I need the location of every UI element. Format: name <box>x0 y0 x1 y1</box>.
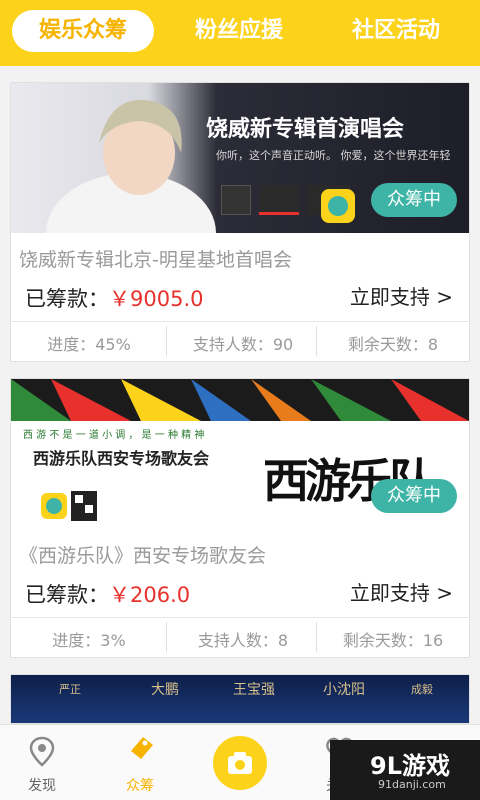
nav-discover[interactable]: 发现 <box>2 725 82 800</box>
divider <box>316 326 317 356</box>
tag-icon <box>131 737 153 759</box>
camera-button[interactable] <box>213 736 267 790</box>
artist-name: 成毅 <box>411 683 433 696</box>
tab-community-events[interactable]: 社区活动 <box>330 10 462 52</box>
camera-icon <box>228 752 252 774</box>
card-title[interactable]: 饶威新专辑北京-明星基地首唱会 <box>19 245 292 272</box>
supporters-stat: 支持人数：90 <box>192 335 294 354</box>
artist-name: 大鹏 <box>151 682 179 698</box>
divider <box>11 617 469 618</box>
days-left-stat: 剩余天数：16 <box>342 631 444 650</box>
crowdfunding-card[interactable]: 西 游 不 是 一 道 小 调 ， 是 一 种 精 神 西游乐队西安专场歌友会 … <box>10 378 470 658</box>
card-banner-image[interactable]: 西 游 不 是 一 道 小 调 ， 是 一 种 精 神 西游乐队西安专场歌友会 … <box>11 379 469 531</box>
nav-label: 发现 <box>28 778 56 794</box>
artist-name: 严正 <box>59 683 81 696</box>
watermark-site: 91danji.com <box>378 778 446 791</box>
status-badge: 众筹中 <box>371 183 457 217</box>
top-tab-bar: 娱乐众筹 粉丝应援 社区活动 <box>0 0 480 66</box>
support-now-button[interactable]: 立即支持 > <box>350 281 453 310</box>
banner-headline: 西游乐队西安专场歌友会 <box>33 449 210 468</box>
location-pin-icon <box>29 736 55 767</box>
divider <box>166 326 167 356</box>
tab-fan-support[interactable]: 粉丝应援 <box>170 10 308 52</box>
nav-label: 众筹 <box>126 778 154 794</box>
nav-crowdfunding[interactable]: 众筹 <box>100 725 180 800</box>
days-left-stat: 剩余天数：8 <box>347 335 439 354</box>
divider <box>166 622 167 652</box>
divider <box>316 622 317 652</box>
watermark-brand: 9L游戏 <box>370 752 450 780</box>
artist-name: 王宝强 <box>233 682 275 698</box>
divider <box>11 321 469 322</box>
support-now-button[interactable]: 立即支持 > <box>350 577 453 606</box>
raised-label: 已筹款： <box>25 287 109 311</box>
raised-amount: 已筹款：￥206.0 <box>25 579 190 609</box>
banner-headline: 饶威新专辑首演唱会 <box>206 117 405 142</box>
crowdfunding-card[interactable]: 饶威新专辑首演唱会 你听，这个声音正动听。 你爱，这个世界还年轻 众筹中 饶威新… <box>10 82 470 362</box>
supporters-stat: 支持人数：8 <box>197 631 289 650</box>
raised-value: ￥9005.0 <box>109 287 204 311</box>
artist-name: 小沈阳 <box>323 682 365 698</box>
card-banner-image[interactable]: 严正 大鹏 王宝强 小沈阳 成毅 <box>11 675 469 723</box>
crowdfunding-card[interactable]: 严正 大鹏 王宝强 小沈阳 成毅 <box>10 674 470 724</box>
progress-stat: 进度：3% <box>52 631 126 650</box>
progress-stat: 进度：45% <box>47 335 131 354</box>
card-banner-image[interactable]: 饶威新专辑首演唱会 你听，这个声音正动听。 你爱，这个世界还年轻 众筹中 <box>11 83 469 233</box>
site-watermark: 9L游戏 91danji.com <box>330 740 480 800</box>
raised-value: ￥206.0 <box>109 583 191 607</box>
banner-motto: 西 游 不 是 一 道 小 调 ， 是 一 种 精 神 <box>23 430 205 441</box>
tab-entertainment-crowdfunding[interactable]: 娱乐众筹 <box>12 10 154 52</box>
status-badge: 众筹中 <box>371 479 457 513</box>
app-logo <box>321 189 355 223</box>
banner-subline: 你听，这个声音正动听。 你爱，这个世界还年轻 <box>216 149 451 162</box>
raised-label: 已筹款： <box>25 583 109 607</box>
raised-amount: 已筹款：￥9005.0 <box>25 283 203 313</box>
card-title[interactable]: 《西游乐队》西安专场歌友会 <box>19 541 266 568</box>
